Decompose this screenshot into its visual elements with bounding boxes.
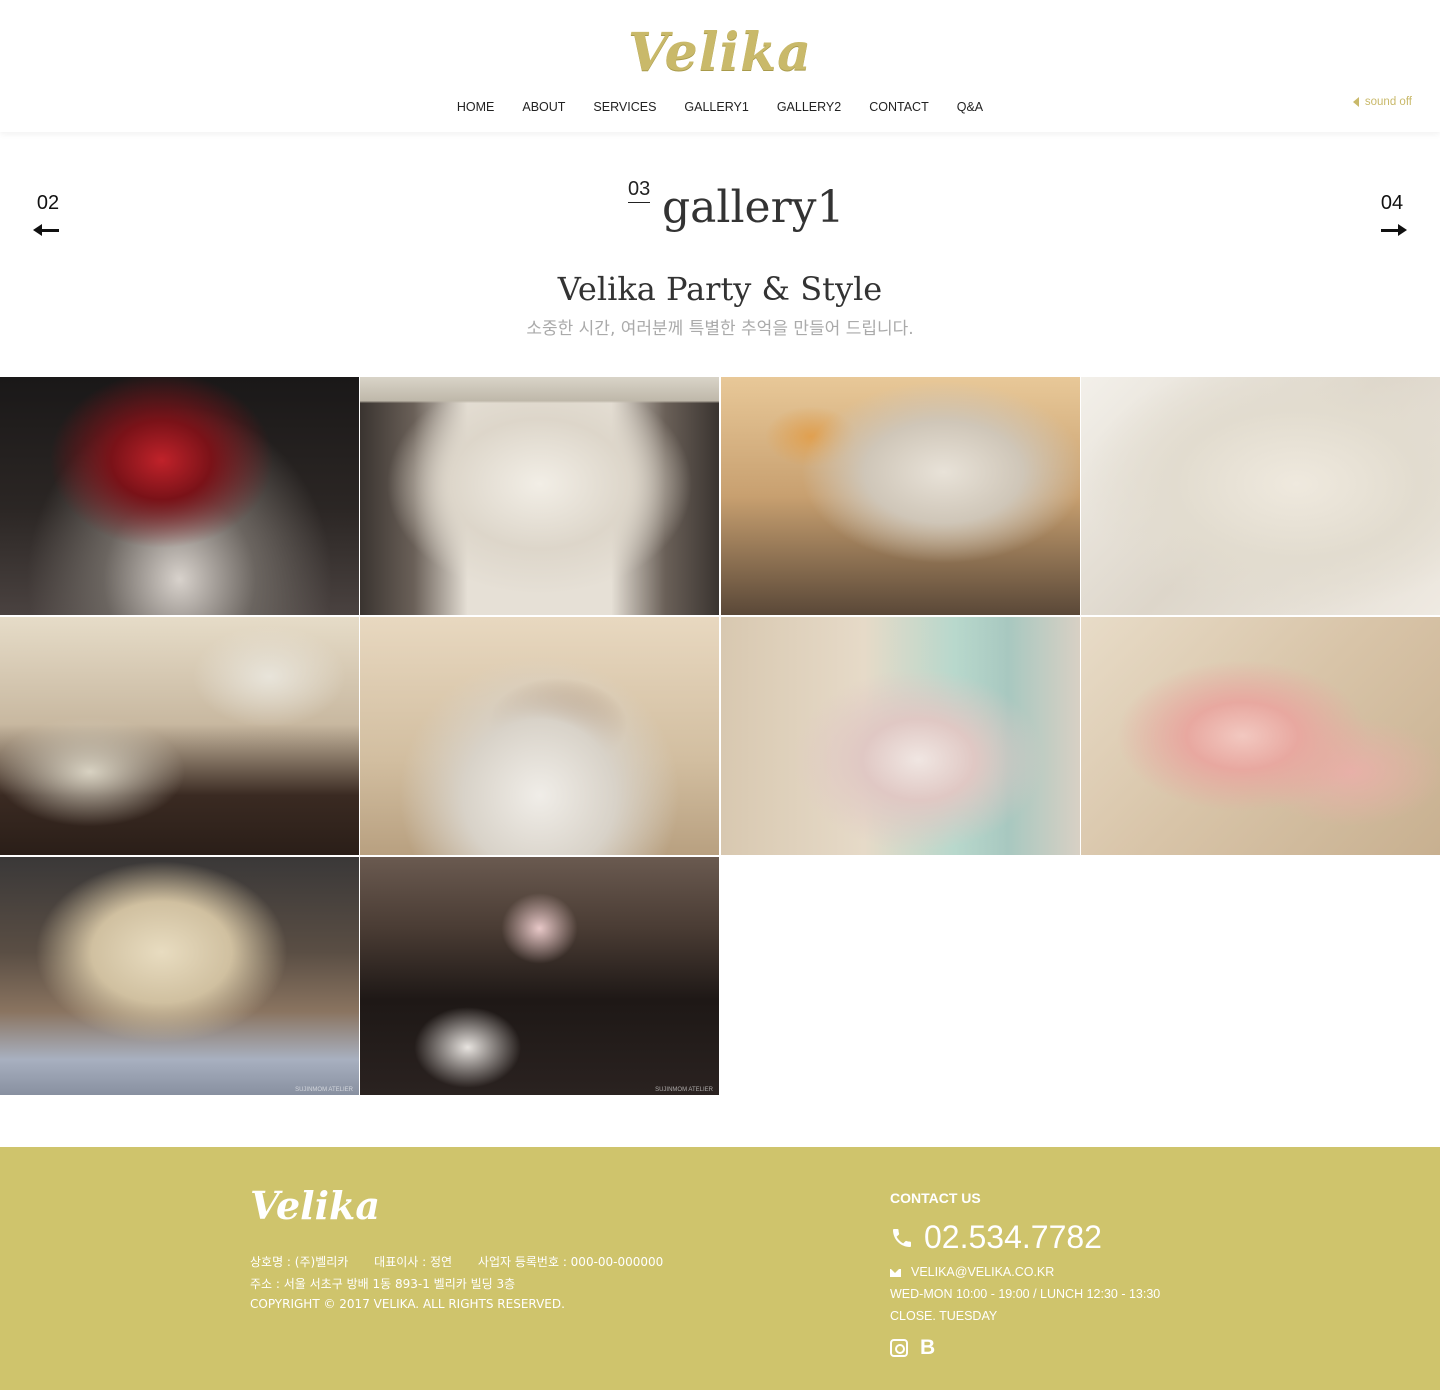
speaker-icon [1352, 97, 1359, 107]
email[interactable]: VELIKA@VELIKA.CO.KR [890, 1265, 1054, 1279]
section-number: 03 [628, 178, 651, 203]
phone-icon [893, 1228, 911, 1247]
address: 주소 : 서울 서초구 방배 1동 893-1 벨리카 빌딩 3층 [250, 1277, 516, 1291]
sound-toggle[interactable]: sound off [1352, 96, 1412, 108]
section-subtitle: Velika Party & Style [557, 270, 883, 308]
site-footer: Velika 상호명 : (주)벨리카 대표이사 : 정연 사업자 등록번호 :… [0, 1147, 1440, 1390]
nav-home[interactable]: HOME [457, 100, 495, 114]
contact-heading: CONTACT US [890, 1190, 981, 1206]
logo[interactable]: Velika [0, 22, 1440, 83]
instagram-icon[interactable] [890, 1339, 908, 1357]
gallery-photo-8[interactable] [1081, 617, 1440, 855]
photo-gallery: SUJINMOM ATELIER SUJINMOM ATELIER [0, 377, 1440, 1097]
phone-number[interactable]: 02.534.7782 [924, 1219, 1102, 1256]
business-hours: WED-MON 10:00 - 19:00 / LUNCH 12:30 - 13… [890, 1287, 1161, 1301]
arrow-right-icon [1377, 223, 1407, 237]
phone[interactable]: 02.534.7782 [890, 1219, 1102, 1256]
gallery-photo-10[interactable]: SUJINMOM ATELIER [360, 857, 719, 1095]
next-page-number: 04 [1380, 192, 1404, 214]
nav-about[interactable]: ABOUT [522, 100, 565, 114]
next-page-link[interactable]: 04 [1374, 192, 1410, 237]
gallery-photo-2[interactable] [360, 377, 719, 615]
closed-day: CLOSE. TUESDAY [890, 1309, 998, 1323]
photo-watermark: SUJINMOM ATELIER [295, 1087, 353, 1093]
gallery-photo-5[interactable] [0, 617, 359, 855]
prev-page-link[interactable]: 02 [30, 192, 66, 237]
nav-gallery1[interactable]: GALLERY1 [684, 100, 748, 114]
sound-label: sound off [1364, 96, 1412, 108]
gallery-photo-3[interactable] [721, 377, 1080, 615]
prev-page-number: 02 [36, 192, 60, 214]
page-title: gallery1 [662, 182, 845, 233]
ceo-name: 대표이사 : 정연 [374, 1255, 453, 1269]
copyright: COPYRIGHT © 2017 VELIKA. ALL RIGHTS RESE… [250, 1297, 565, 1311]
company-info: 상호명 : (주)벨리카 대표이사 : 정연 사업자 등록번호 : 000-00… [250, 1253, 685, 1270]
company-name: 상호명 : (주)벨리카 [250, 1255, 349, 1269]
mail-icon [890, 1268, 901, 1277]
social-links: B [890, 1337, 935, 1358]
nav-gallery2[interactable]: GALLERY2 [777, 100, 841, 114]
main-nav: HOME ABOUT SERVICES GALLERY1 GALLERY2 CO… [0, 100, 1440, 114]
gallery-photo-4[interactable] [1081, 377, 1440, 615]
business-number: 사업자 등록번호 : 000-00-000000 [477, 1255, 664, 1269]
blog-icon[interactable]: B [920, 1337, 935, 1358]
section-description: 소중한 시간, 여러분께 특별한 추억을 만들어 드립니다. [526, 319, 914, 339]
nav-contact[interactable]: CONTACT [869, 100, 929, 114]
arrow-left-icon [33, 223, 63, 237]
email-address[interactable]: VELIKA@VELIKA.CO.KR [911, 1265, 1054, 1279]
nav-services[interactable]: SERVICES [593, 100, 656, 114]
nav-qna[interactable]: Q&A [957, 100, 983, 114]
gallery-photo-1[interactable] [0, 377, 359, 615]
logo-text[interactable]: Velika [628, 22, 812, 83]
gallery-photo-7[interactable] [721, 617, 1080, 855]
footer-logo: Velika [250, 1183, 380, 1228]
gallery-photo-9[interactable]: SUJINMOM ATELIER [0, 857, 359, 1095]
site-header: Velika HOME ABOUT SERVICES GALLERY1 GALL… [0, 0, 1440, 132]
photo-watermark: SUJINMOM ATELIER [655, 1087, 713, 1093]
gallery-photo-6[interactable] [360, 617, 719, 855]
